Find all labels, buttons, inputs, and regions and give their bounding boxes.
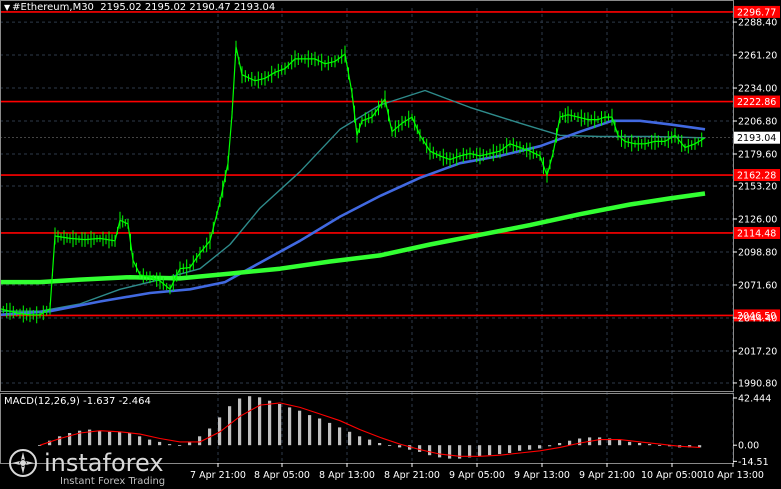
macd-bar: [328, 422, 332, 446]
macd-bar: [448, 445, 452, 459]
macd-bar: [308, 415, 312, 446]
y-tick-label: 2017.20: [738, 346, 777, 357]
triangle-down-icon: ▼: [4, 3, 11, 12]
y-tick-label: 2098.80: [738, 247, 777, 258]
x-tick-label: 8 Apr 05:00: [254, 470, 310, 481]
instaforex-logo-icon: [9, 449, 37, 477]
macd-bar: [248, 396, 252, 446]
macd-bar: [338, 427, 342, 446]
macd-bar: [398, 445, 402, 448]
macd-bar: [438, 445, 442, 458]
macd-bar: [268, 400, 272, 446]
macd-bar: [378, 443, 382, 446]
macd-bar: [278, 404, 282, 446]
main-panel-frame: [0, 0, 734, 392]
macd-tick-label: -14.51: [738, 457, 769, 468]
macd-bar: [108, 431, 112, 446]
macd-bar: [168, 444, 172, 446]
macd-bar: [388, 445, 392, 446]
macd-bar: [658, 445, 662, 446]
symbol-label: #Ethereum,M30: [12, 2, 94, 13]
axes: 2288.40 2261.20 2234.00 2206.80 2179.60 2153.…: [0, 0, 777, 481]
macd-signal-value: -2.464: [118, 396, 151, 407]
y-tick-label: 2206.80: [738, 117, 777, 128]
macd-bar: [198, 436, 202, 446]
macd-bar: [468, 445, 472, 458]
macd-bar: [648, 444, 652, 446]
price-levels: 2296.772222.862162.282114.482046.50: [0, 5, 780, 322]
level-tag-label: 2222.86: [737, 97, 776, 108]
ma-mid-line: [0, 119, 706, 317]
price-line: [0, 46, 706, 316]
macd-bar: [538, 445, 542, 449]
y-tick-label: 1990.80: [738, 378, 777, 389]
moving-averages: [0, 89, 706, 317]
macd-bar: [158, 441, 162, 446]
macd-bar: [138, 436, 142, 446]
macd-bar: [128, 433, 132, 446]
y-tick-label: 2071.60: [738, 280, 777, 291]
brand-tagline: Instant Forex Trading: [60, 476, 166, 487]
ohlc-values: 2195.02 2195.02 2190.47 2193.04: [100, 2, 276, 13]
macd-bar: [148, 439, 152, 446]
macd-bar: [478, 445, 482, 457]
macd-label: MACD(12,26,9): [4, 396, 80, 407]
x-tick-label: 9 Apr 05:00: [449, 470, 505, 481]
macd-bar: [418, 445, 422, 452]
current-price-tag-label: 2193.04: [737, 133, 776, 144]
level-tag-label: 2114.48: [737, 228, 776, 239]
macd-bar: [178, 445, 182, 446]
macd-bar: [558, 443, 562, 446]
macd-bar: [428, 445, 432, 456]
macd-bar: [298, 410, 302, 446]
x-tick-label: 8 Apr 13:00: [319, 470, 375, 481]
macd-bar: [58, 436, 62, 446]
macd-bar: [118, 431, 122, 446]
y-tick-label: 2288.40: [738, 18, 777, 29]
macd-bar: [518, 445, 522, 451]
y-tick-label: 2234.00: [738, 84, 777, 95]
y-tick-label: 2179.60: [738, 150, 777, 161]
macd-bar: [578, 438, 582, 446]
macd-bar: [238, 398, 242, 446]
x-tick-label: 8 Apr 21:00: [384, 470, 440, 481]
y-tick-label: 2153.20: [738, 182, 777, 193]
macd-bar: [358, 436, 362, 446]
macd-bar: [528, 445, 532, 450]
macd-tick-label: 0.00: [738, 441, 759, 452]
macd-bar: [628, 441, 632, 446]
macd-bar: [508, 445, 512, 453]
macd-bar: [598, 437, 602, 446]
grid: [0, 8, 734, 463]
x-tick-label: 7 Apr 21:00: [190, 470, 246, 481]
chart-canvas: 2296.772222.862162.282114.482046.50 2193…: [0, 0, 780, 481]
macd-bar: [368, 439, 372, 446]
macd-main-value: -1.637: [83, 396, 116, 407]
x-tick-label: 10 Apr 05:00: [641, 470, 703, 481]
y-tick-label: 2261.20: [738, 51, 777, 62]
y-tick-label: 2126.00: [738, 215, 777, 226]
macd-bar: [318, 418, 322, 446]
brand-logo: instaforex Instant Forex Trading: [8, 448, 165, 487]
brand-name: instaforex: [44, 449, 164, 477]
macd-bar: [548, 445, 552, 447]
macd-bar: [488, 445, 492, 456]
macd-bar: [498, 445, 502, 455]
macd-bar: [348, 431, 352, 446]
level-tag-label: 2162.28: [737, 171, 776, 182]
macd-bar: [638, 443, 642, 446]
macd-header: MACD(12,26,9) -1.637 -2.464: [4, 396, 151, 407]
chart-header: ▼ #Ethereum,M30 2195.02 2195.02 2190.47 2…: [4, 2, 275, 13]
y-tick-label: 2044.40: [738, 313, 777, 324]
macd-tick-label: 42.444: [738, 393, 771, 404]
macd-bar: [288, 407, 292, 446]
x-tick-label: 9 Apr 13:00: [514, 470, 570, 481]
x-tick-label: 9 Apr 21:00: [579, 470, 635, 481]
macd-bar: [68, 433, 72, 446]
macd-bar: [618, 439, 622, 446]
price-series: 2193.04: [0, 40, 780, 324]
macd-bar: [98, 430, 102, 446]
x-tick-label: 10 Apr 13:00: [702, 470, 764, 481]
